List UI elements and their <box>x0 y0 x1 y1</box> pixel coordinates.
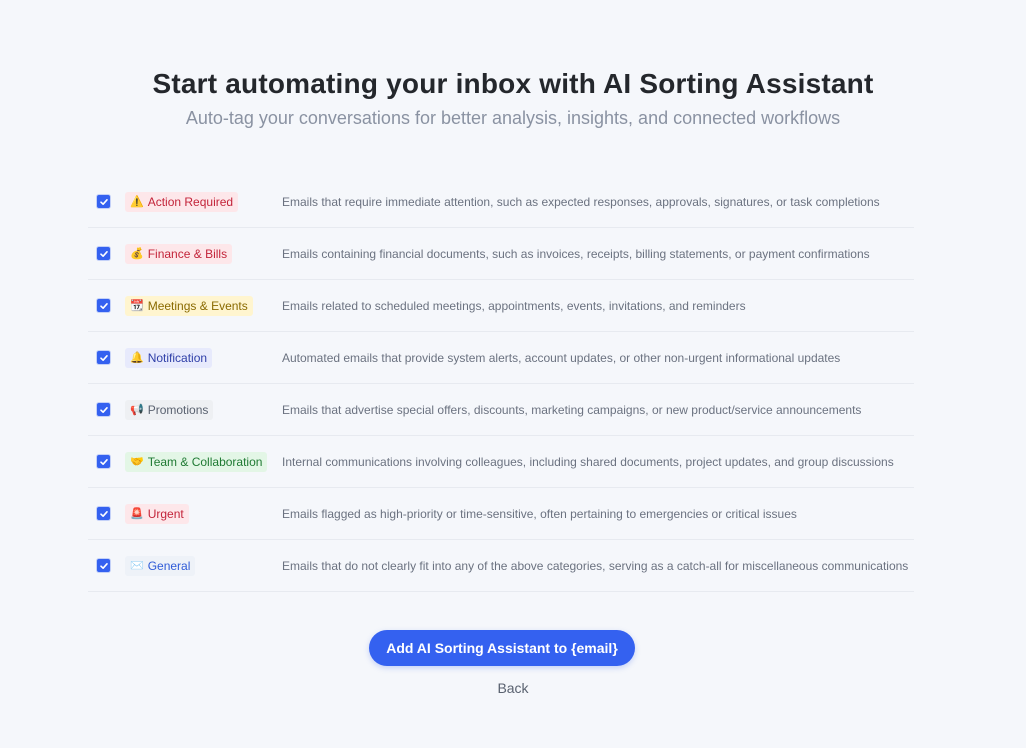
category-list: ⚠️ Action Required Emails that require i… <box>88 176 914 592</box>
category-tag-wrap: 💰 Finance & Bills <box>125 243 282 264</box>
category-description: Internal communications involving collea… <box>282 454 894 469</box>
check-icon <box>99 302 108 309</box>
check-icon <box>99 198 108 205</box>
category-checkbox[interactable] <box>97 195 110 208</box>
category-tag-wrap: ✉️ General <box>125 555 282 576</box>
category-description: Emails that require immediate attention,… <box>282 194 880 209</box>
category-checkbox[interactable] <box>97 507 110 520</box>
category-tag: 🤝 Team & Collaboration <box>125 451 268 472</box>
category-tag: 💰 Finance & Bills <box>125 243 233 264</box>
category-checkbox[interactable] <box>97 351 110 364</box>
category-label: Meetings & Events <box>147 298 248 313</box>
category-tag-wrap: 📆 Meetings & Events <box>125 295 282 316</box>
category-row-notification: 🔔 Notification Automated emails that pro… <box>88 332 914 384</box>
megaphone-icon: 📢 <box>130 403 144 416</box>
category-label: Promotions <box>147 402 209 417</box>
category-tag: 📢 Promotions <box>125 399 214 420</box>
check-icon <box>99 250 108 257</box>
category-row-promotions: 📢 Promotions Emails that advertise speci… <box>88 384 914 436</box>
check-icon <box>99 406 108 413</box>
bell-icon: 🔔 <box>130 351 144 364</box>
handshake-icon: 🤝 <box>130 455 144 468</box>
category-row-urgent: 🚨 Urgent Emails flagged as high-priority… <box>88 488 914 540</box>
category-description: Emails that advertise special offers, di… <box>282 402 862 417</box>
category-row-general: ✉️ General Emails that do not clearly fi… <box>88 540 914 592</box>
warning-icon: ⚠️ <box>130 195 144 208</box>
category-tag: 🚨 Urgent <box>125 503 189 524</box>
category-description: Emails containing financial documents, s… <box>282 246 870 261</box>
calendar-icon: 📆 <box>130 299 144 312</box>
category-tag: 📆 Meetings & Events <box>125 295 253 316</box>
category-description: Emails that do not clearly fit into any … <box>282 558 909 573</box>
category-checkbox[interactable] <box>97 559 110 572</box>
category-description: Automated emails that provide system ale… <box>282 350 841 365</box>
check-icon <box>99 458 108 465</box>
category-label: General <box>147 558 191 573</box>
back-link[interactable]: Back <box>0 680 1026 696</box>
category-description: Emails related to scheduled meetings, ap… <box>282 298 746 313</box>
add-ai-sorting-assistant-button[interactable]: Add AI Sorting Assistant to {email} <box>369 630 635 666</box>
category-checkbox[interactable] <box>97 403 110 416</box>
category-label: Notification <box>147 350 208 365</box>
category-label: Action Required <box>147 194 234 209</box>
money-bag-icon: 💰 <box>130 247 144 260</box>
envelope-icon: ✉️ <box>130 559 144 572</box>
setup-page: Start automating your inbox with AI Sort… <box>0 0 1026 748</box>
page-subtitle: Auto-tag your conversations for better a… <box>185 108 841 128</box>
category-row-finance-bills: 💰 Finance & Bills Emails containing fina… <box>88 228 914 280</box>
category-tag: ✉️ General <box>125 555 196 576</box>
page-title: Start automating your inbox with AI Sort… <box>152 68 874 99</box>
category-tag: ⚠️ Action Required <box>125 191 239 212</box>
category-row-meetings-events: 📆 Meetings & Events Emails related to sc… <box>88 280 914 332</box>
check-icon <box>99 510 108 517</box>
category-description: Emails flagged as high-priority or time-… <box>282 506 797 521</box>
category-checkbox[interactable] <box>97 247 110 260</box>
category-checkbox[interactable] <box>97 299 110 312</box>
category-label: Team & Collaboration <box>147 454 263 469</box>
category-tag-wrap: 🤝 Team & Collaboration <box>125 451 282 472</box>
category-tag-wrap: 🚨 Urgent <box>125 503 282 524</box>
category-label: Finance & Bills <box>147 246 228 261</box>
check-icon <box>99 354 108 361</box>
check-icon <box>99 562 108 569</box>
category-tag: 🔔 Notification <box>125 347 213 368</box>
category-row-action-required: ⚠️ Action Required Emails that require i… <box>88 176 914 228</box>
category-label: Urgent <box>147 506 184 521</box>
category-tag-wrap: ⚠️ Action Required <box>125 191 282 212</box>
siren-icon: 🚨 <box>130 507 144 520</box>
category-tag-wrap: 📢 Promotions <box>125 399 282 420</box>
category-tag-wrap: 🔔 Notification <box>125 347 282 368</box>
category-row-team-collaboration: 🤝 Team & Collaboration Internal communic… <box>88 436 914 488</box>
category-checkbox[interactable] <box>97 455 110 468</box>
